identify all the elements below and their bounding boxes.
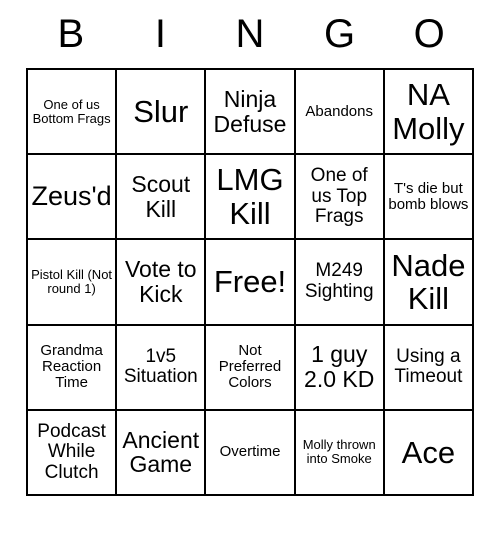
bingo-cell[interactable]: Using a Timeout <box>384 325 474 411</box>
bingo-cell[interactable]: Nade Kill <box>384 240 474 326</box>
bingo-cell[interactable]: 1v5 Situation <box>117 325 207 411</box>
bingo-cell[interactable]: T's die but bomb blows <box>384 155 474 241</box>
bingo-cell-label: NA Molly <box>392 77 465 146</box>
bingo-cell[interactable]: LMG Kill <box>206 155 296 241</box>
bingo-cell[interactable]: Molly thrown into Smoke <box>295 410 385 496</box>
bingo-cell-label: Vote to Kick <box>124 256 197 307</box>
bingo-header-row: B I N G O <box>0 0 500 68</box>
bingo-cell[interactable]: Free! <box>206 240 296 326</box>
bingo-cell-label: Slur <box>133 93 189 129</box>
bingo-cell-label: Scout Kill <box>131 170 191 222</box>
bingo-cell[interactable]: Slur <box>117 70 207 156</box>
bingo-cell[interactable]: Podcast While Clutch <box>28 410 118 496</box>
bingo-cell[interactable]: Zeus'd <box>28 155 118 241</box>
bingo-cell-label: Ace <box>401 434 456 470</box>
bingo-cell-label: Podcast While Clutch <box>37 420 106 483</box>
bingo-cell[interactable]: M249 Sighting <box>295 240 385 326</box>
bingo-cell[interactable]: Ace <box>384 410 474 496</box>
bingo-cell-label: LMG Kill <box>216 162 284 231</box>
bingo-cell[interactable]: Overtime <box>206 410 296 496</box>
bingo-cell[interactable]: Pistol Kill (Not round 1) <box>28 240 118 326</box>
bingo-cell[interactable]: Abandons <box>295 70 385 156</box>
bingo-cell-label: Using a Timeout <box>394 345 463 388</box>
bingo-cell[interactable]: One of us Top Frags <box>295 155 385 241</box>
bingo-cell-label: Grandma Reaction Time <box>40 341 103 392</box>
bingo-cell[interactable]: Grandma Reaction Time <box>28 325 118 411</box>
bingo-cell-label: 1v5 Situation <box>123 345 198 388</box>
bingo-cell-label: Nade Kill <box>391 247 466 316</box>
bingo-cell-label: T's die but bomb blows <box>388 179 469 213</box>
bingo-cell[interactable]: Ancient Game <box>117 410 207 496</box>
bingo-cell-label: Overtime <box>219 443 281 461</box>
bingo-cell[interactable]: Ninja Defuse <box>206 70 296 156</box>
bingo-cell-label: One of us Top Frags <box>310 165 368 228</box>
bingo-cell[interactable]: Scout Kill <box>117 155 207 241</box>
bingo-card: B I N G O One of us Bottom Frags Slur Ninj… <box>0 0 500 544</box>
bingo-cell[interactable]: NA Molly <box>384 70 474 156</box>
bingo-grid: One of us Bottom Frags Slur Ninja Defuse Ab… <box>26 68 474 496</box>
bingo-cell-label: Molly thrown into Smoke <box>302 437 376 467</box>
bingo-cell[interactable]: One of us Bottom Frags <box>28 70 118 156</box>
bingo-cell-label: M249 Sighting <box>304 260 374 302</box>
bingo-header-letter-g: G <box>324 12 356 56</box>
bingo-cell-label: 1 guy 2.0 KD <box>304 341 375 393</box>
bingo-cell-label: Zeus'd <box>31 181 112 212</box>
bingo-header-letter-n: N <box>235 12 265 56</box>
bingo-cell-label: Pistol Kill (Not round 1) <box>31 266 113 296</box>
bingo-cell-label: Ancient Game <box>122 426 200 478</box>
bingo-cell-label: Abandons <box>305 102 373 120</box>
bingo-cell-label: Free! <box>213 264 287 300</box>
bingo-cell[interactable]: Not Preferred Colors <box>206 325 296 411</box>
bingo-header-letter-b: B <box>57 12 85 56</box>
bingo-header-letter-i: I <box>154 12 166 56</box>
bingo-cell-label: Ninja Defuse <box>213 85 287 137</box>
bingo-cell-label: One of us Bottom Frags <box>32 96 111 126</box>
bingo-header-letter-o: O <box>413 12 445 56</box>
bingo-cell[interactable]: 1 guy 2.0 KD <box>295 325 385 411</box>
bingo-cell[interactable]: Vote to Kick <box>117 240 207 326</box>
bingo-cell-label: Not Preferred Colors <box>218 341 282 392</box>
